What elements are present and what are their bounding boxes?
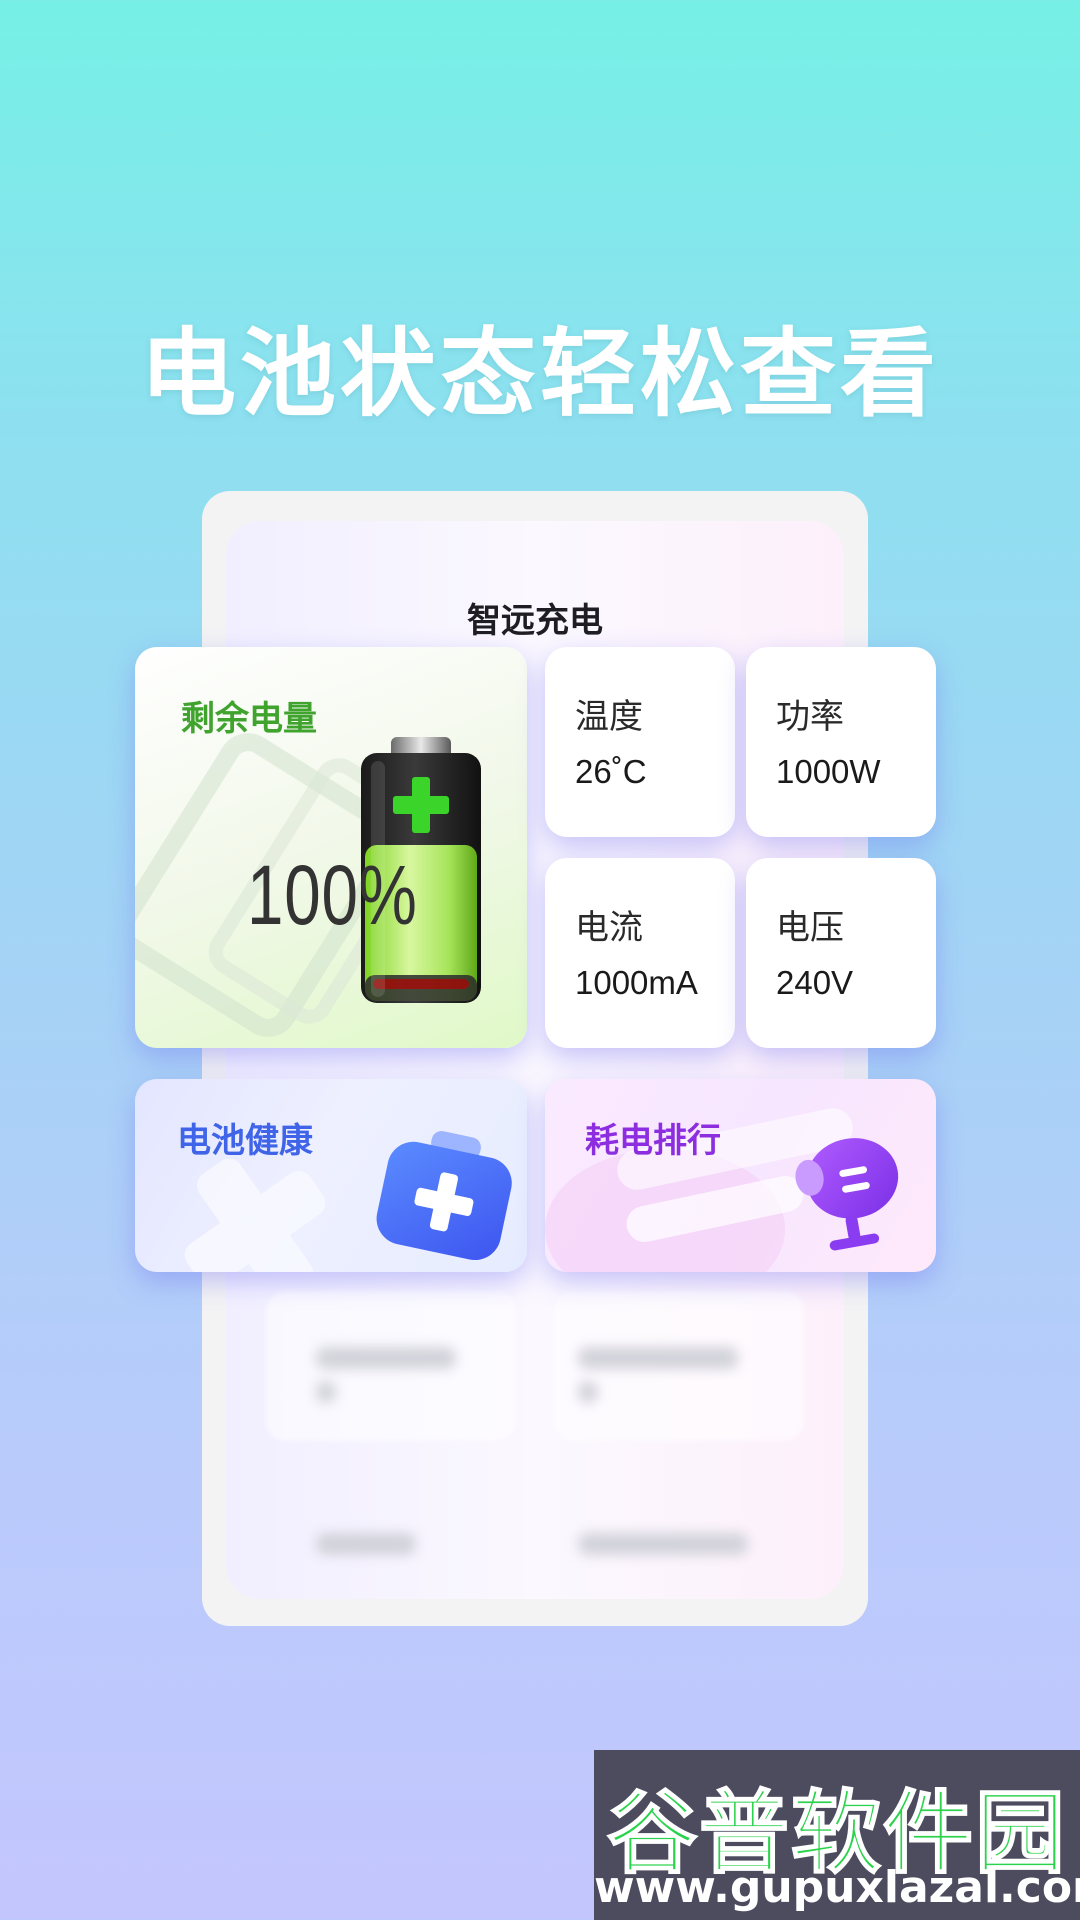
- blurred-text: [316, 1533, 416, 1555]
- watermark: 谷普软件园 www.gupuxlazal.com: [594, 1750, 1080, 1920]
- app-title: 智远充电: [467, 601, 603, 641]
- plug-icon: [795, 1138, 899, 1251]
- blurred-text: [578, 1381, 598, 1403]
- power-card[interactable]: 功率 1000W: [746, 647, 936, 837]
- power-ranking-button[interactable]: 耗电排行: [545, 1079, 936, 1272]
- blurred-text: [578, 1347, 738, 1369]
- voltage-value: 240V: [776, 964, 854, 1001]
- blurred-text: [316, 1381, 336, 1403]
- power-ranking-label: 耗电排行: [585, 1121, 721, 1161]
- voltage-card[interactable]: 电压 240V: [746, 858, 936, 1048]
- remaining-label: 剩余电量: [181, 699, 317, 739]
- temperature-card[interactable]: 温度 26˚C: [545, 647, 735, 837]
- power-label: 功率: [776, 697, 844, 737]
- temperature-label: 温度: [575, 697, 643, 737]
- temperature-value: 26˚C: [575, 753, 647, 790]
- blurred-text: [578, 1533, 748, 1555]
- current-label: 电流: [575, 908, 643, 948]
- power-value: 1000W: [776, 753, 881, 790]
- voltage-label: 电压: [776, 908, 844, 948]
- medical-kit-icon: [376, 1131, 512, 1261]
- cross-decoration-icon: [184, 1158, 326, 1272]
- remaining-battery-card[interactable]: 剩余电量 100%: [135, 647, 527, 1048]
- battery-health-button[interactable]: 电池健康: [135, 1079, 527, 1272]
- battery-health-label: 电池健康: [177, 1121, 313, 1161]
- remaining-value: 100%: [247, 848, 418, 942]
- headline: 电池状态轻松查看: [140, 318, 940, 430]
- blurred-text: [316, 1347, 456, 1369]
- watermark-url: www.gupuxlazal.com: [594, 1862, 1080, 1913]
- current-value: 1000mA: [575, 964, 698, 1001]
- current-card[interactable]: 电流 1000mA: [545, 858, 735, 1048]
